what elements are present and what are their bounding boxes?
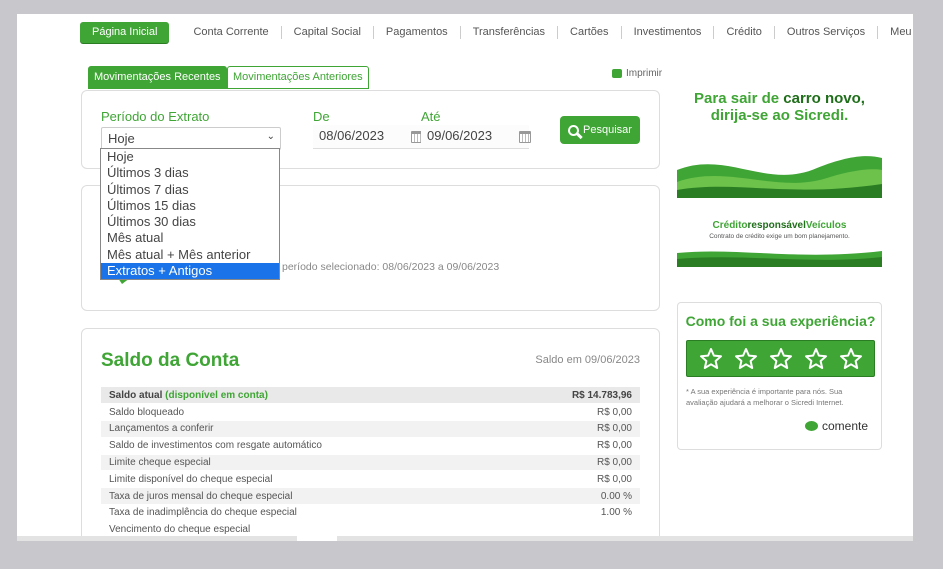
nav-cards[interactable]: Cartões: [558, 25, 622, 39]
star-icon[interactable]: [734, 347, 758, 371]
feedback-panel: Como foi a sua experiência? * A sua expe…: [677, 302, 882, 450]
balance-head-label: Saldo atual (disponível em conta): [101, 387, 506, 405]
table-row: Limite cheque especial R$ 0,00: [101, 454, 640, 472]
row-label: Taxa de juros mensal do cheque especial: [101, 487, 506, 506]
nav-capital[interactable]: Capital Social: [282, 25, 374, 39]
row-value: R$ 0,00: [505, 437, 640, 455]
star-icon[interactable]: [769, 347, 793, 371]
ad-product-title: CréditoresponsávelVeículos: [677, 220, 882, 231]
ad-subline: dirija-se ao Sicredi.: [710, 107, 849, 124]
head-label: Saldo atual: [109, 389, 163, 401]
star-icon[interactable]: [699, 347, 723, 371]
period-option[interactable]: Hoje: [101, 149, 279, 165]
table-row: Taxa de juros mensal do cheque especial 0…: [101, 487, 640, 506]
row-value: 0.00 %: [505, 487, 640, 506]
nav-home[interactable]: Página Inicial: [80, 21, 170, 43]
nav-my-profile[interactable]: Meu Perfil: [878, 26, 913, 39]
rating-stars: [686, 340, 875, 377]
row-value: R$ 0,00: [505, 454, 640, 472]
period-message: período selecionado: 08/06/2023 a 09/06/…: [282, 261, 500, 273]
period-option[interactable]: Últimos 3 dias: [101, 165, 279, 181]
row-label: Limite cheque especial: [101, 454, 506, 472]
search-icon: [568, 124, 580, 136]
row-label: Saldo bloqueado: [101, 403, 506, 422]
horizontal-scrollbar-track[interactable]: [337, 536, 913, 541]
row-label: Saldo de investimentos com resgate autom…: [101, 437, 506, 455]
ad-headline: Para sair de carro novo,: [677, 90, 882, 107]
ad-headline-a: Para sair de: [694, 90, 784, 107]
nav-checking-account[interactable]: Conta Corrente: [181, 25, 282, 39]
table-row: Taxa de inadimplência do cheque especial…: [101, 504, 640, 522]
ad-t1-a: Crédito: [712, 220, 748, 231]
feedback-title: Como foi a sua experiência?: [685, 313, 876, 329]
table-row: Saldo bloqueado R$ 0,00: [101, 403, 640, 422]
star-icon[interactable]: [839, 347, 863, 371]
nav-other-services[interactable]: Outros Serviços: [775, 25, 879, 39]
balance-panel: Saldo da Conta Saldo em 09/06/2023 Saldo…: [81, 328, 660, 541]
balance-title: Saldo da Conta: [101, 350, 240, 371]
balance-table: Saldo atual (disponível em conta) R$ 14.…: [101, 387, 640, 539]
print-label: Imprimir: [626, 68, 663, 79]
row-value: 1.00 %: [505, 504, 640, 522]
star-icon[interactable]: [804, 347, 828, 371]
tab-recent-transactions[interactable]: Movimentações Recentes: [88, 66, 227, 89]
nav-credit[interactable]: Crédito: [714, 25, 775, 39]
chevron-down-icon: ⌄: [266, 131, 275, 142]
calendar-icon[interactable]: [519, 131, 531, 143]
row-label: Limite disponível do cheque especial: [101, 470, 506, 489]
horizontal-scrollbar-track[interactable]: [17, 536, 297, 541]
period-option[interactable]: Últimos 30 dias: [101, 214, 279, 230]
search-button-label: Pesquisar: [583, 124, 632, 136]
page: Página Inicial Conta Corrente Capital So…: [17, 14, 913, 541]
vehicle-credit-ad[interactable]: Para sair de carro novo, dirija-se ao Si…: [677, 84, 882, 269]
period-label: Período do Extrato: [101, 109, 210, 124]
head-sub: (disponível em conta): [165, 389, 268, 401]
row-value: R$ 0,00: [505, 403, 640, 422]
comment-icon: [804, 421, 818, 431]
tab-older-transactions[interactable]: Movimentações Anteriores: [227, 66, 369, 89]
table-row: Lançamentos a conferir R$ 0,00: [101, 420, 640, 438]
to-date-input[interactable]: 09/06/2023: [421, 125, 531, 149]
period-option[interactable]: Mês atual + Mês anterior: [101, 247, 279, 263]
row-label: Lançamentos a conferir: [101, 420, 506, 438]
balance-head-value: R$ 14.783,96: [505, 387, 640, 405]
ad-t1-b: responsável: [747, 220, 806, 231]
row-value: R$ 0,00: [505, 470, 640, 489]
table-row: Saldo de investimentos com resgate autom…: [101, 437, 640, 455]
top-navigation: Página Inicial Conta Corrente Capital So…: [80, 21, 913, 43]
comment-link[interactable]: comente: [804, 419, 868, 433]
ad-t1-c: Veículos: [805, 220, 847, 231]
ad-headline-b: carro novo,: [783, 90, 865, 107]
ad-bottom-wave: [677, 251, 882, 267]
ad-disclaimer: Contrato de crédito exige um bom planeja…: [709, 233, 850, 240]
period-option[interactable]: Últimos 7 dias: [101, 182, 279, 198]
ad-wave-graphic: [677, 156, 882, 198]
feedback-note: * A sua experiência é importante para nó…: [686, 387, 844, 407]
comment-label: comente: [821, 419, 868, 433]
period-option-highlighted[interactable]: Extratos + Antigos: [101, 263, 279, 280]
from-date-input[interactable]: 08/06/2023: [313, 125, 423, 149]
period-dropdown-list: Hoje Últimos 3 dias Últimos 7 dias Últim…: [100, 148, 280, 281]
period-select[interactable]: Hoje ⌄: [101, 127, 281, 150]
from-label: De: [313, 109, 330, 124]
search-button[interactable]: Pesquisar: [560, 116, 640, 144]
printer-icon: [612, 69, 622, 78]
table-row: Saldo atual (disponível em conta) R$ 14.…: [101, 387, 640, 405]
row-label: Taxa de inadimplência do cheque especial: [101, 504, 506, 522]
nav-payments[interactable]: Pagamentos: [374, 25, 461, 39]
print-link[interactable]: Imprimir: [612, 68, 662, 79]
period-option[interactable]: Últimos 15 dias: [101, 198, 279, 214]
table-row: Limite disponível do cheque especial R$ 0…: [101, 470, 640, 489]
balance-date: Saldo em 09/06/2023: [535, 354, 640, 366]
period-select-value: Hoje: [108, 131, 135, 146]
nav-transfers[interactable]: Transferências: [461, 25, 559, 39]
to-date-value: 09/06/2023: [427, 128, 493, 143]
row-value: R$ 0,00: [505, 420, 640, 438]
from-date-value: 08/06/2023: [319, 128, 385, 143]
to-label: Até: [421, 109, 441, 124]
nav-investments[interactable]: Investimentos: [622, 25, 715, 39]
period-option[interactable]: Mês atual: [101, 230, 279, 246]
